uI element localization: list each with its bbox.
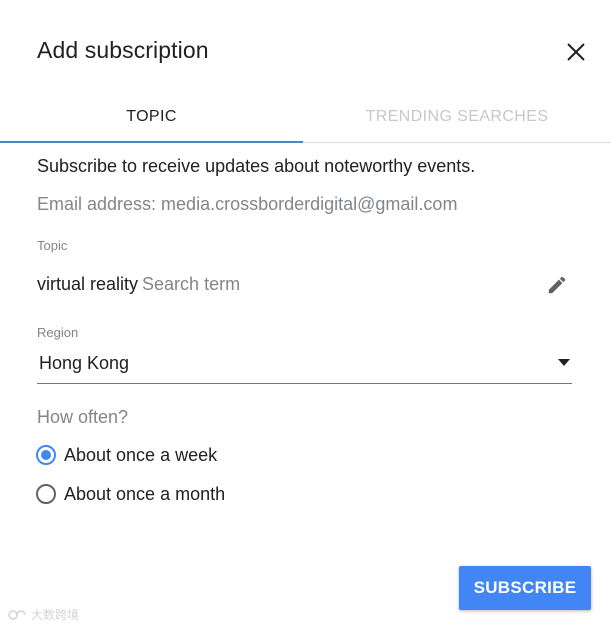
radio-label-week: About once a week bbox=[64, 444, 218, 465]
tab-bar: TOPIC TRENDING SEARCHES bbox=[0, 90, 611, 143]
subscribe-button[interactable]: SUBSCRIBE bbox=[459, 566, 591, 610]
tab-topic[interactable]: TOPIC bbox=[0, 90, 303, 143]
frequency-label: How often? bbox=[37, 407, 129, 427]
radio-once-a-month[interactable]: About once a month bbox=[36, 482, 225, 506]
radio-once-a-week[interactable]: About once a week bbox=[36, 443, 217, 467]
description-text: Subscribe to receive updates about notew… bbox=[37, 156, 476, 176]
topic-field[interactable]: virtual reality Search term bbox=[37, 274, 240, 295]
radio-dot bbox=[41, 450, 51, 460]
close-button[interactable] bbox=[562, 38, 590, 66]
watermark-logo-icon bbox=[8, 609, 26, 620]
pencil-icon bbox=[548, 276, 566, 294]
tab-trending-searches[interactable]: TRENDING SEARCHES bbox=[303, 90, 611, 143]
edit-topic-button[interactable] bbox=[543, 271, 571, 299]
dialog-title: Add subscription bbox=[37, 37, 209, 63]
active-tab-indicator bbox=[0, 141, 303, 143]
radio-button-unchecked[interactable] bbox=[36, 484, 56, 504]
radio-button-checked[interactable] bbox=[36, 445, 56, 465]
add-subscription-dialog: Add subscription TOPIC TRENDING SEARCHES… bbox=[0, 0, 611, 628]
topic-label: Topic bbox=[37, 238, 68, 253]
region-value: Hong Kong bbox=[39, 353, 130, 373]
region-label: Region bbox=[37, 325, 79, 340]
radio-label-month: About once a month bbox=[64, 483, 226, 504]
region-dropdown[interactable]: Hong Kong bbox=[37, 346, 572, 384]
watermark: 大数跨境 bbox=[6, 606, 79, 623]
email-address-text: Email address: media.crossborderdigital@… bbox=[37, 194, 458, 214]
topic-placeholder: Search term bbox=[142, 274, 241, 294]
watermark-text: 大数跨境 bbox=[31, 608, 80, 622]
topic-value: virtual reality bbox=[37, 274, 139, 294]
dropdown-arrow-icon bbox=[558, 359, 570, 366]
close-icon bbox=[567, 43, 585, 61]
